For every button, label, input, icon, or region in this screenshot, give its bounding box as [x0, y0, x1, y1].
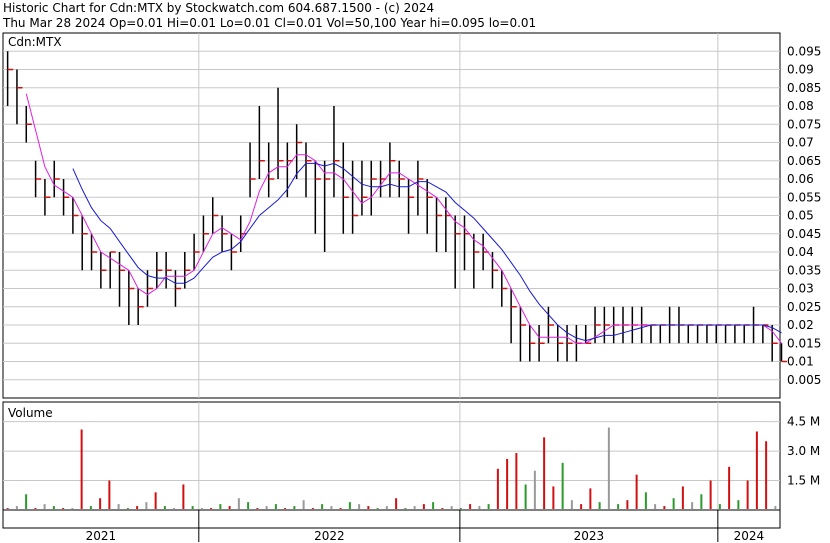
- price-tick-label: 0.005: [787, 373, 821, 387]
- price-tick-label: 0.04: [787, 245, 814, 259]
- volume-tick-label: 4.5 M: [787, 415, 820, 429]
- price-tick-label: 0.08: [787, 99, 814, 113]
- year-label: 2022: [314, 529, 345, 543]
- volume-tick-label: 3.0 M: [787, 444, 820, 458]
- volume-title: Volume: [8, 406, 53, 420]
- year-label: 2023: [574, 529, 605, 543]
- volume-panel: 4.5 M 3.0 M 1.5 M Volume: [2, 401, 820, 511]
- price-tick-label: 0.02: [787, 318, 814, 332]
- price-tick-label: 0.07: [787, 136, 814, 150]
- year-axis-frame: [2, 509, 781, 529]
- price-tick-label: 0.03: [787, 282, 814, 296]
- volume-frame: [2, 401, 781, 511]
- price-tick-label: 0.075: [787, 117, 821, 131]
- price-tick-label: 0.065: [787, 154, 821, 168]
- price-tick-label: 0.01: [787, 355, 814, 369]
- price-chart-title: Cdn:MTX: [8, 35, 62, 49]
- price-tick-label: 0.095: [787, 44, 821, 58]
- price-tick-label: 0.06: [787, 172, 814, 186]
- stock-chart: 0.095 0.09 0.085 0.08 0.075 0.07 0.065 0.06 0.05…: [2, 32, 821, 543]
- price-tick-label: 0.085: [787, 81, 821, 95]
- price-tick-label: 0.015: [787, 336, 821, 350]
- year-axis: 2021 2022 2023 2024: [2, 509, 781, 543]
- price-panel: 0.095 0.09 0.085 0.08 0.075 0.07 0.065 0.06 0.05…: [2, 32, 821, 399]
- price-tick-label: 0.035: [787, 263, 821, 277]
- price-tick-label: 0.025: [787, 300, 821, 314]
- volume-tick-label: 1.5 M: [787, 474, 820, 488]
- price-tick-label: 0.045: [787, 227, 821, 241]
- price-tick-label: 0.055: [787, 190, 821, 204]
- year-label: 2024: [734, 529, 765, 543]
- year-label: 2021: [86, 529, 117, 543]
- price-tick-label: 0.09: [787, 63, 814, 77]
- price-tick-label: 0.05: [787, 209, 814, 223]
